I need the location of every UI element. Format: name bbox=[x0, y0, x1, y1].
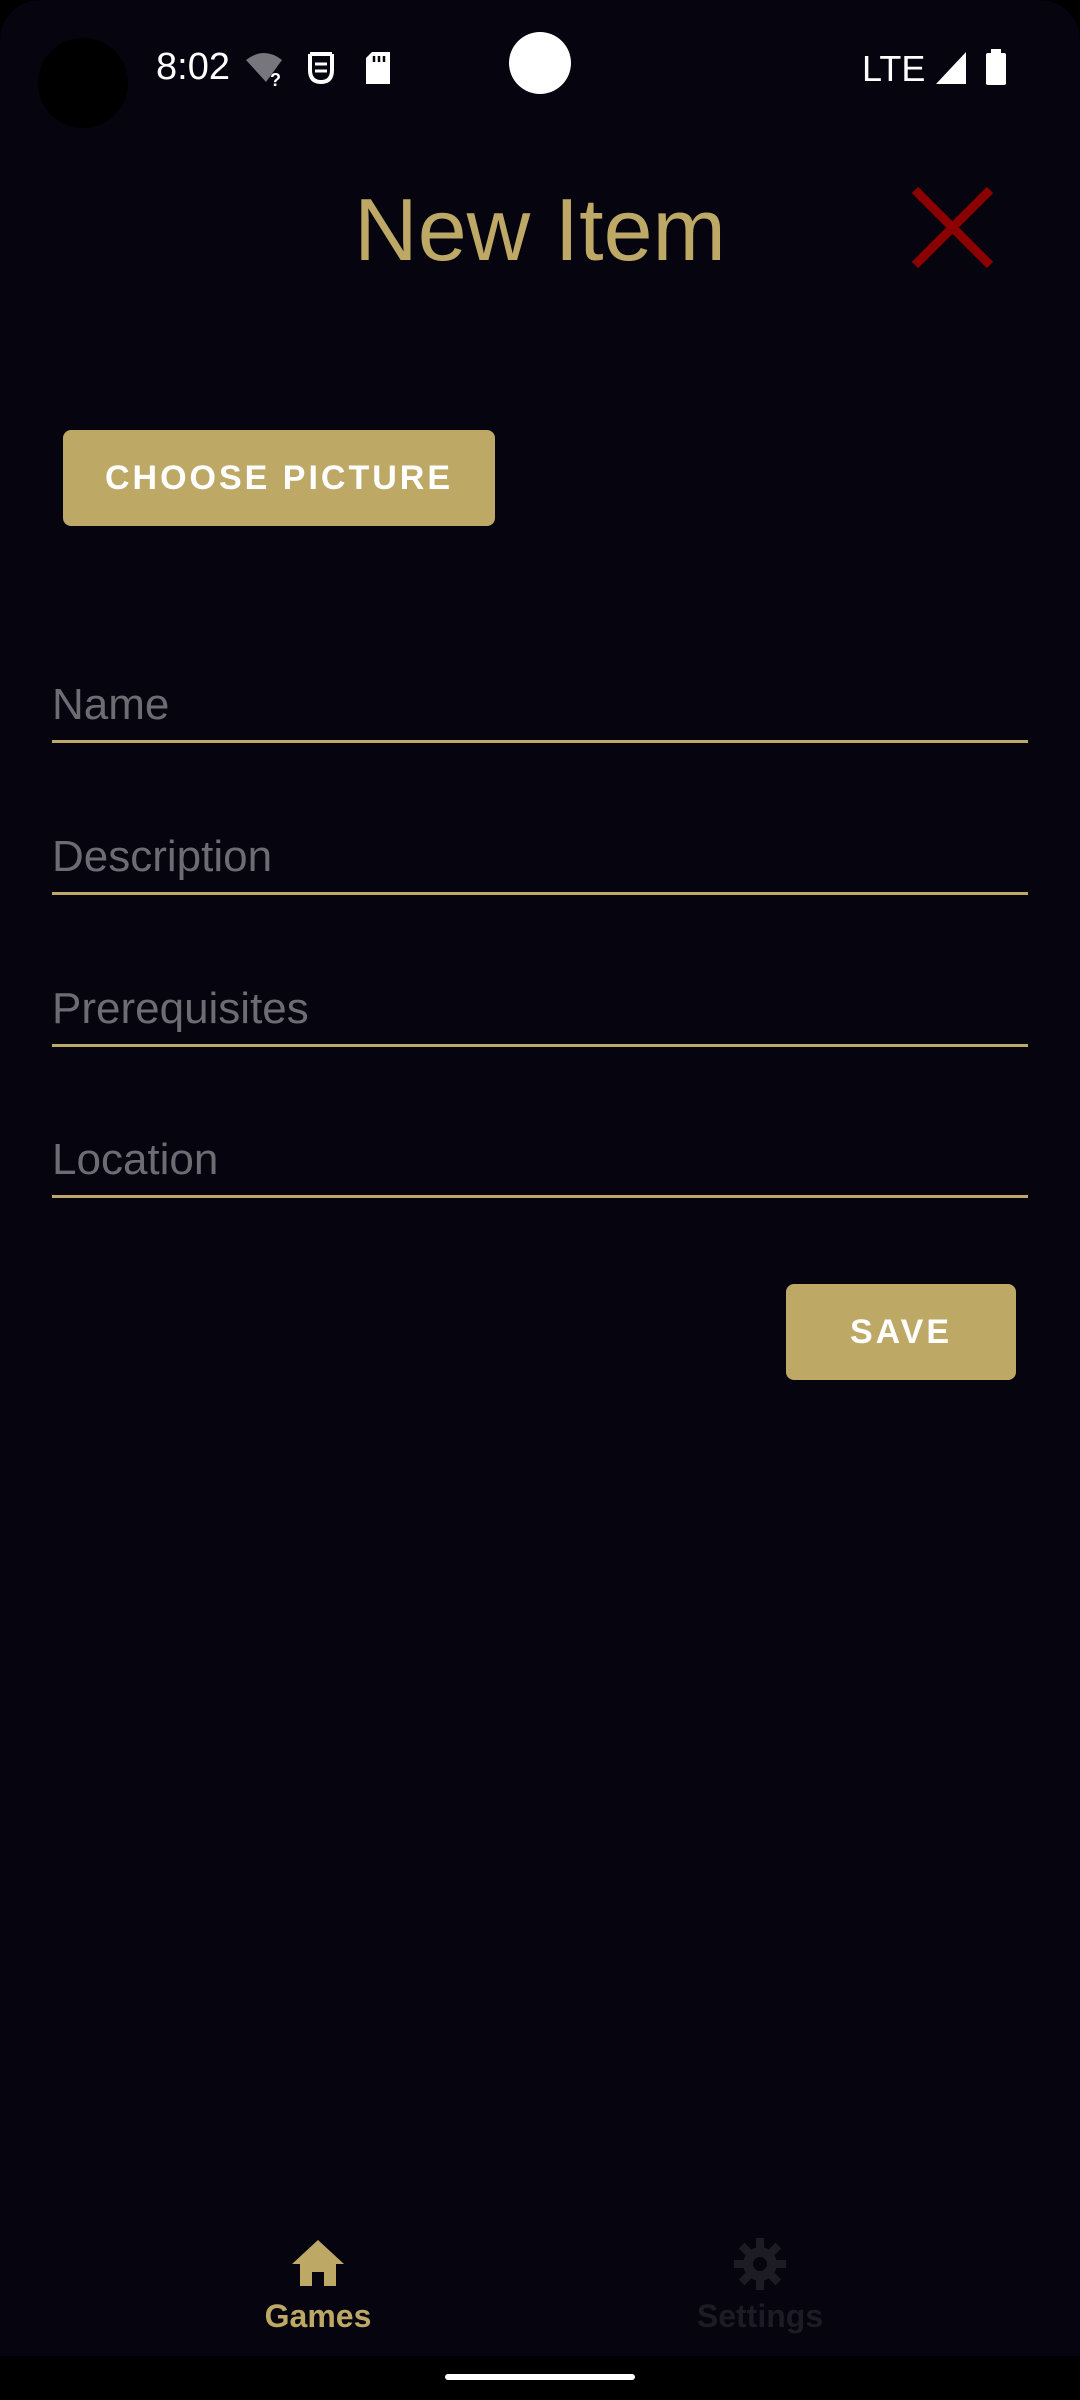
signal-icon bbox=[936, 52, 966, 84]
save-button[interactable]: SAVE bbox=[786, 1284, 1016, 1380]
nav-item-games[interactable]: Games bbox=[188, 2220, 448, 2350]
nav-label-settings: Settings bbox=[696, 2298, 824, 2334]
gear-icon bbox=[734, 2238, 786, 2290]
close-button[interactable] bbox=[905, 180, 1000, 275]
battery-icon bbox=[986, 49, 1006, 85]
status-time: 8:02 bbox=[156, 46, 230, 88]
prerequisites-field bbox=[52, 954, 1028, 1047]
location-input[interactable] bbox=[52, 1135, 1028, 1185]
status-bar: 8:02 ? LTE bbox=[0, 0, 1080, 130]
choose-picture-button[interactable]: CHOOSE PICTURE bbox=[63, 430, 495, 526]
home-icon bbox=[292, 2240, 344, 2286]
new-item-screen: 8:02 ? LTE New Item CHOOSE PICTURE Name … bbox=[0, 0, 1080, 2400]
location-field bbox=[52, 1105, 1028, 1198]
privacy-icon bbox=[308, 52, 334, 85]
front-camera bbox=[509, 32, 571, 94]
nav-label-games: Games bbox=[264, 2298, 372, 2334]
bottom-navigation: Games Settings bbox=[0, 2220, 1080, 2350]
wifi-unknown-icon: ? bbox=[246, 53, 282, 88]
prerequisites-input[interactable] bbox=[52, 984, 1028, 1034]
name-input[interactable] bbox=[52, 680, 1028, 730]
svg-text:?: ? bbox=[270, 70, 281, 88]
nav-item-settings[interactable]: Settings bbox=[630, 2220, 890, 2350]
description-input[interactable] bbox=[52, 832, 1028, 882]
sd-card-icon bbox=[366, 52, 390, 84]
network-type: LTE bbox=[862, 48, 926, 89]
gesture-handle[interactable] bbox=[445, 2374, 635, 2380]
name-field bbox=[52, 650, 1028, 743]
close-icon bbox=[911, 186, 994, 269]
status-indicator-dot bbox=[38, 38, 128, 128]
description-field bbox=[52, 802, 1028, 895]
